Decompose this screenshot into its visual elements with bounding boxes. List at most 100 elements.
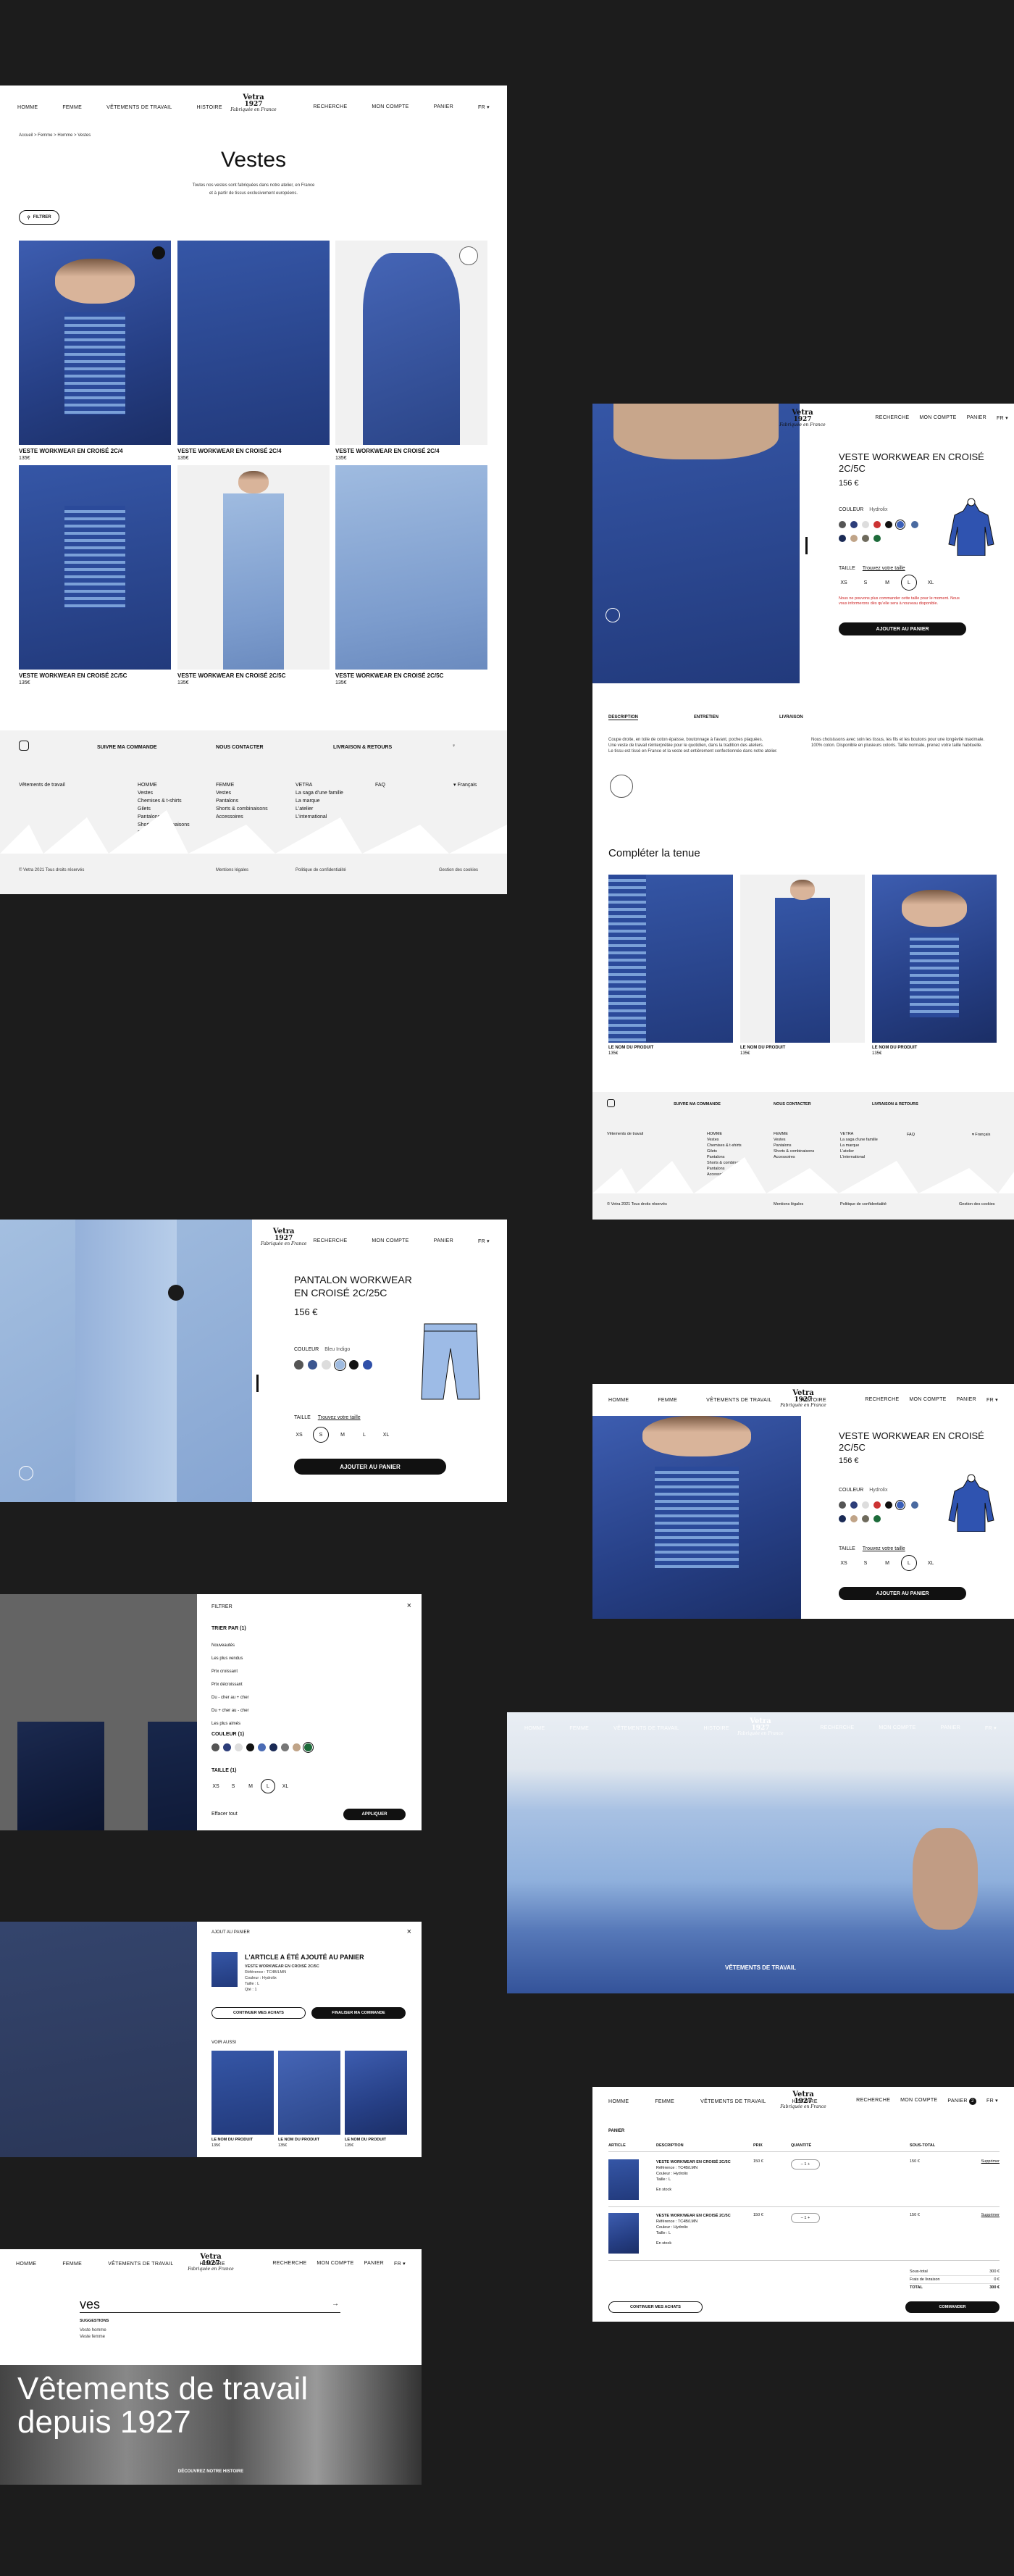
size-option-selected[interactable]: L (901, 1555, 917, 1571)
nav-cart[interactable]: Panier 2 (947, 2098, 976, 2105)
hero-caption[interactable]: Vêtements de travail (507, 1964, 1014, 1971)
footer-cookies[interactable]: Gestion des cookies (439, 867, 478, 875)
swatch[interactable] (839, 521, 846, 528)
nav-search[interactable]: Recherche (856, 2098, 890, 2105)
size-guide-link[interactable]: Trouvez votre taille (318, 1415, 361, 1420)
size-option[interactable]: S (858, 1556, 873, 1572)
size-option[interactable]: XS (836, 1556, 852, 1572)
sort-option[interactable]: Du + cher au - cher (211, 1704, 249, 1717)
sort-option[interactable]: Prix décroissant (211, 1678, 249, 1691)
nav-homme[interactable]: Homme (524, 1726, 545, 1731)
nav-homme[interactable]: Homme (608, 1398, 629, 1403)
swatch[interactable] (862, 521, 869, 528)
product-image[interactable] (177, 465, 330, 670)
nav-lang[interactable]: FR ▾ (478, 1238, 490, 1244)
swatch[interactable] (885, 1501, 892, 1509)
nav-femme[interactable]: Femme (658, 1398, 677, 1403)
footer-privacy[interactable]: Politique de confidentialité (840, 1201, 887, 1209)
nav-cart[interactable]: Panier (941, 1725, 960, 1731)
size-option-selected[interactable]: L (261, 1779, 275, 1793)
nav-homme[interactable]: Homme (608, 2099, 629, 2104)
swatch[interactable] (349, 1360, 359, 1370)
chat-icon[interactable]: ♀ (452, 742, 456, 750)
add-to-cart-button[interactable]: Ajouter au panier (839, 1587, 966, 1600)
look-image[interactable] (345, 2051, 407, 2135)
size-guide-link[interactable]: Trouvez votre taille (863, 566, 905, 571)
nav-cart[interactable]: Panier (957, 1397, 976, 1403)
product-caption[interactable]: Veste workwear en croisé 2C/4 135€ (19, 448, 123, 461)
remove-link[interactable]: Supprimer (981, 2213, 1000, 2217)
size-option[interactable]: S (858, 575, 873, 591)
nav-account[interactable]: Mon compte (879, 1725, 915, 1731)
size-option[interactable]: XS (291, 1427, 307, 1443)
product-image[interactable] (177, 241, 330, 445)
footer-contact[interactable]: Nous contacter (774, 1101, 811, 1109)
zoom-icon[interactable] (606, 608, 620, 622)
swatch-selected[interactable] (334, 1359, 346, 1371)
footer-mentions[interactable]: Mentions légales (216, 867, 248, 875)
footer-suivi[interactable]: Suivre ma commande (674, 1101, 721, 1109)
nav-cart[interactable]: Panier (434, 1238, 453, 1244)
quantity-stepper[interactable]: – 1 + (791, 2159, 820, 2169)
look-caption[interactable]: Le nom du produit 135€ (278, 2138, 319, 2148)
nav-femme[interactable]: Femme (62, 2262, 82, 2267)
close-icon[interactable]: × (407, 1601, 411, 1610)
nav-lang[interactable]: FR ▾ (986, 1397, 998, 1403)
footer-workwear[interactable]: Vêtements de travail (19, 781, 65, 789)
swatch[interactable] (850, 1501, 858, 1509)
size-option[interactable]: XS (836, 575, 852, 591)
footer-lang[interactable]: ▾ Français (453, 781, 477, 789)
look-image[interactable] (608, 875, 733, 1043)
footer-cookies[interactable]: Gestion des cookies (959, 1201, 995, 1209)
swatch-selected[interactable] (895, 1500, 905, 1510)
product-caption[interactable]: Veste workwear en croisé 2C/4 135€ (335, 448, 440, 461)
nav-lang[interactable]: FR ▾ (997, 415, 1008, 421)
instagram-icon[interactable] (607, 1099, 615, 1107)
footer-faq[interactable]: FAQ (907, 1131, 915, 1139)
nav-cart[interactable]: Panier (967, 415, 986, 421)
swatch[interactable] (235, 1743, 243, 1751)
swatch[interactable] (281, 1743, 289, 1751)
look-caption[interactable]: Le nom du produit 135€ (345, 2138, 386, 2148)
hero-cta[interactable]: Découvrez notre histoire (0, 2469, 422, 2474)
nav-femme[interactable]: Femme (655, 2099, 674, 2104)
nav-lang[interactable]: FR ▾ (986, 2098, 998, 2105)
look-image[interactable] (278, 2051, 340, 2135)
swatch[interactable] (211, 1743, 219, 1751)
brand-logo[interactable]: Vetra 1927 Fabriquée en France (230, 94, 276, 112)
footer-workwear[interactable]: Vêtements de travail (607, 1131, 643, 1138)
remove-link[interactable]: Supprimer (981, 2159, 1000, 2164)
sort-option[interactable]: Les plus vendus (211, 1652, 249, 1665)
swatch[interactable] (911, 521, 919, 528)
nav-lang[interactable]: FR ▾ (478, 104, 490, 110)
nav-lang[interactable]: FR ▾ (394, 2261, 406, 2267)
nav-search[interactable]: Recherche (865, 1397, 899, 1403)
gallery-pagination[interactable] (805, 537, 808, 554)
footer-mentions[interactable]: Mentions légales (774, 1201, 803, 1209)
footer-contact[interactable]: Nous contacter (216, 743, 264, 751)
look-caption[interactable]: Le nom du produit 135€ (872, 1046, 917, 1056)
add-to-cart-button[interactable]: Ajouter au panier (294, 1459, 446, 1475)
swatch[interactable] (293, 1743, 301, 1751)
product-image[interactable] (19, 241, 171, 445)
swatch[interactable] (294, 1360, 303, 1370)
nav-search[interactable]: Recherche (272, 2261, 306, 2267)
wishlist-badge[interactable] (152, 246, 165, 259)
swatch[interactable] (839, 1515, 846, 1522)
swatch-selected[interactable] (303, 1742, 314, 1753)
footer-suivi[interactable]: Suivre ma commande (97, 743, 157, 751)
footer-link[interactable]: Femme (216, 781, 268, 789)
look-caption[interactable]: Le nom du produit 135€ (608, 1046, 653, 1056)
size-guide-link[interactable]: Trouvez votre taille (863, 1546, 905, 1551)
apply-button[interactable]: Appliquer (343, 1809, 406, 1820)
nav-search[interactable]: Recherche (313, 1238, 347, 1244)
swatch[interactable] (308, 1360, 317, 1370)
swatch[interactable] (223, 1743, 231, 1751)
swatch[interactable] (246, 1743, 254, 1751)
size-option[interactable]: M (879, 575, 895, 591)
swatch[interactable] (911, 1501, 919, 1509)
suggestion-item[interactable]: Veste femme (80, 2334, 106, 2341)
product-caption[interactable]: Veste workwear en croisé 2C/5C 135€ (177, 672, 285, 685)
nav-lang[interactable]: FR ▾ (985, 1725, 997, 1731)
swatch[interactable] (862, 1515, 869, 1522)
